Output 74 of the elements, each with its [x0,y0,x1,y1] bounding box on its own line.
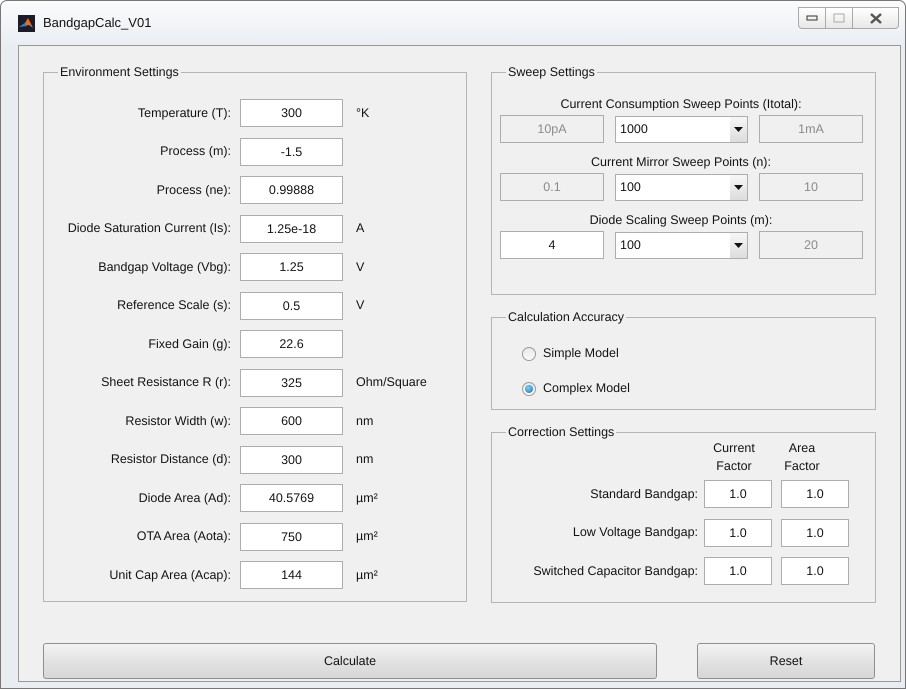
field-label: Resistor Width (w): [124,412,232,430]
field-label: Process (m): [159,143,232,160]
group-label: Diode Scaling Sweep Points (m): [588,212,774,229]
minimize-icon [806,15,818,21]
field-label: Diode Saturation Current (Is): [66,220,232,238]
close-icon [868,12,882,24]
input-field[interactable]: 1.0 [704,480,772,508]
field-label: Resistor Distance (d): [110,451,232,468]
minimize-button[interactable] [798,7,826,29]
input-field[interactable]: 4 [500,231,604,259]
unit-label: °K [356,104,370,122]
window-title: BandgapCalc_V01 [43,14,152,32]
field-label: OTA Area (Aota): [136,528,232,546]
unit-label: V [356,258,364,276]
input-field[interactable]: 40.5769 [240,484,343,512]
input-field[interactable]: 1.0 [704,557,772,586]
dropdown[interactable]: 100 [615,174,748,200]
unit-label: Ohm/Square [356,374,427,392]
input-field[interactable]: 325 [240,368,343,397]
input-field[interactable]: -1.5 [240,138,343,166]
row-label: Switched Capacitor Bandgap: [532,562,699,580]
unit-label: V [356,297,364,314]
dropdown-value: 100 [620,236,641,254]
input-field[interactable]: 0.99888 [240,176,343,204]
dropdown[interactable]: 100 [615,232,748,258]
group-title: Sweep Settings [506,64,597,80]
close-button[interactable] [853,7,899,29]
radio-label[interactable]: Simple Model [543,344,619,363]
field-label: Unit Cap Area (Acap): [108,566,232,584]
input-field[interactable]: 1.0 [781,518,849,547]
input-field[interactable]: 300 [240,446,343,474]
field-label: Process (ne): [156,182,232,199]
app-icon [18,14,35,32]
input-field[interactable]: 0.5 [240,292,343,320]
field-label: Temperature (T): [136,104,232,122]
column-header: Current Factor [712,440,756,475]
row-label: Standard Bandgap: [589,486,699,503]
field-label: Diode Area (Ad): [138,490,232,507]
input-field[interactable]: 600 [240,407,343,436]
radio-label[interactable]: Complex Model [543,379,630,398]
unit-label: nm [356,412,374,430]
group-title: Correction Settings [506,424,616,440]
field-label: Fixed Gain (g): [147,336,232,353]
radio-button[interactable] [522,346,536,360]
dropdown[interactable]: 1000 [615,116,748,142]
radio-button[interactable] [522,382,536,396]
group-title: Environment Settings [58,64,181,80]
unit-label: nm [356,451,374,468]
field-label: Bandgap Voltage (Vbg): [97,258,232,276]
dropdown-value: 1000 [620,120,648,138]
input-field[interactable]: 1.0 [781,557,849,586]
field-label: Reference Scale (s): [116,297,232,314]
group-label: Current Mirror Sweep Points (n): [590,154,772,171]
group-title: Calculation Accuracy [506,309,626,325]
input-field[interactable]: 750 [240,522,343,551]
input-field[interactable]: 1.0 [781,480,849,508]
input-field[interactable]: 22.6 [240,330,343,358]
column-header: Area Factor [783,440,821,475]
unit-label: µm² [356,528,378,546]
action-button[interactable]: Reset [697,643,875,679]
maximize-icon [833,13,845,23]
input-field[interactable]: 1.0 [704,518,772,547]
input-field[interactable]: 1.25 [240,253,343,282]
field-label: Sheet Resistance R (r): [100,374,232,392]
input-field[interactable]: 300 [240,99,343,128]
group-label: Current Consumption Sweep Points (Itotal): [559,96,803,113]
unit-label: µm² [356,566,378,584]
unit-label: µm² [356,490,378,507]
input-field[interactable]: 1.25e-18 [240,214,343,243]
unit-label: A [356,220,364,238]
input-field[interactable]: 144 [240,561,343,590]
action-button[interactable]: Calculate [43,643,657,679]
dropdown-value: 100 [620,178,641,196]
row-label: Low Voltage Bandgap: [572,524,699,542]
